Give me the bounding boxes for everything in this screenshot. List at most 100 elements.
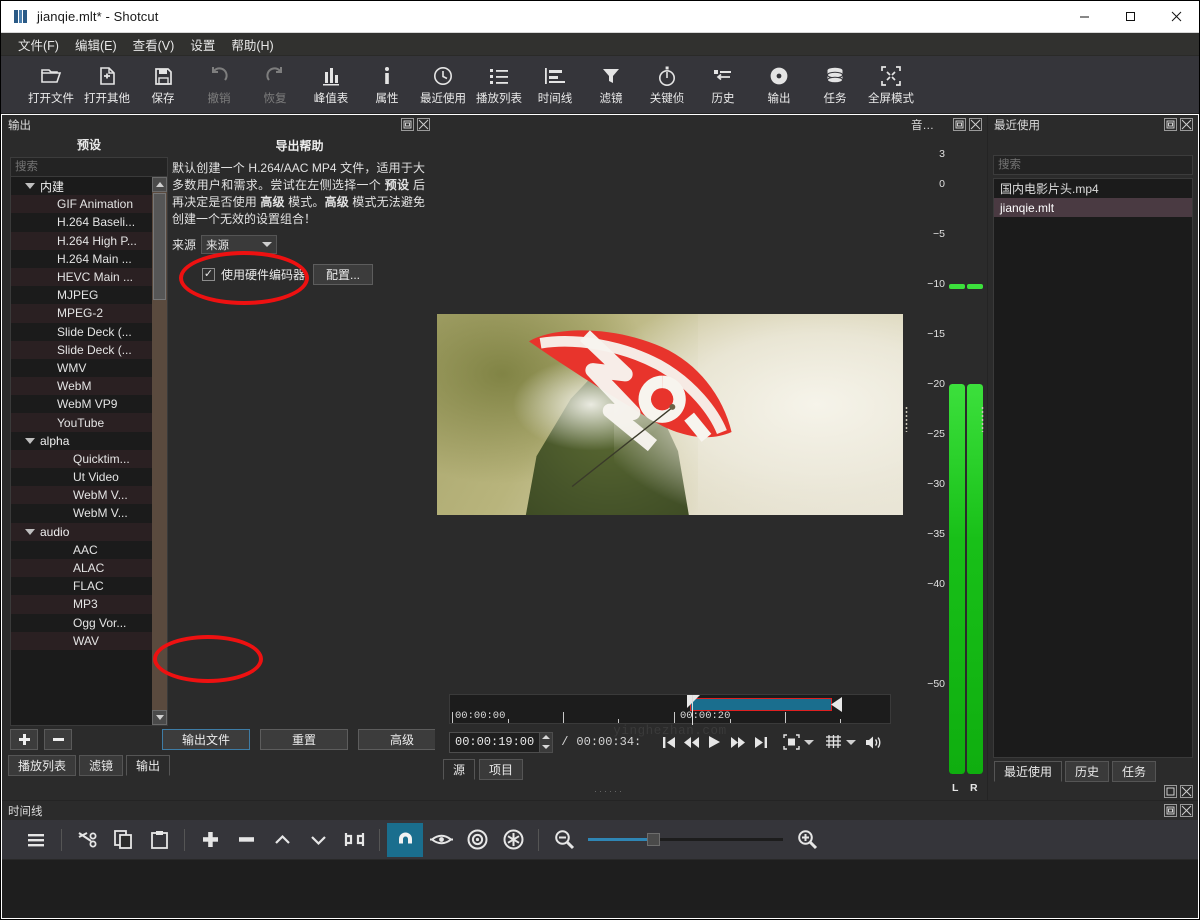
toolbar-export[interactable]: 输出 xyxy=(751,61,807,106)
ripple-all-tracks-button[interactable] xyxy=(495,823,531,857)
preset-row[interactable]: MPEG-2 xyxy=(11,304,152,322)
toolbar-open-file[interactable]: 打开文件 xyxy=(23,61,79,106)
timeline-float-icon[interactable] xyxy=(1164,804,1177,817)
preset-row[interactable]: Quicktim... xyxy=(11,450,152,468)
current-position-field[interactable]: 00:00:19:00 xyxy=(449,732,540,753)
tab-recent[interactable]: 最近使用 xyxy=(994,761,1062,782)
skip-to-end-button[interactable] xyxy=(749,730,772,754)
tab-jobs[interactable]: 任务 xyxy=(1112,761,1156,782)
zoom-out-button[interactable] xyxy=(546,823,582,857)
preset-row[interactable]: Slide Deck (... xyxy=(11,341,152,359)
ripple-button[interactable] xyxy=(459,823,495,857)
preset-search-input[interactable] xyxy=(10,157,168,177)
meter-close-icon[interactable] xyxy=(969,118,982,131)
menu-settings[interactable]: 设置 xyxy=(183,33,222,56)
preset-row[interactable]: Slide Deck (... xyxy=(11,323,152,341)
menu-edit[interactable]: 编辑(E) xyxy=(68,33,124,56)
chevron-down-icon[interactable] xyxy=(25,438,35,444)
remove-preset-button[interactable] xyxy=(44,729,72,750)
scrub-icon-button[interactable] xyxy=(423,823,459,857)
maximize-button[interactable] xyxy=(1107,1,1153,33)
preset-row[interactable]: Ogg Vor... xyxy=(11,614,152,632)
preset-row[interactable]: H.264 High P... xyxy=(11,232,152,250)
chevron-down-icon[interactable] xyxy=(25,529,35,535)
preset-row[interactable]: GIF Animation xyxy=(11,195,152,213)
preset-scrollbar[interactable] xyxy=(152,177,167,725)
toolbar-timeline[interactable]: 时间线 xyxy=(527,61,583,106)
advanced-button[interactable]: 高级 xyxy=(358,729,446,750)
recent-float-icon[interactable] xyxy=(1164,118,1177,131)
tab-project[interactable]: 项目 xyxy=(479,759,523,780)
toolbar-filters[interactable]: 滤镜 xyxy=(583,61,639,106)
horizontal-splitter-grip[interactable]: ······ xyxy=(594,786,624,796)
preset-row[interactable]: MP3 xyxy=(11,595,152,613)
chevron-down-icon[interactable] xyxy=(25,183,35,189)
preset-row[interactable]: AAC xyxy=(11,541,152,559)
grid-menu-chevron-icon[interactable] xyxy=(846,740,856,745)
toolbar-playlist[interactable]: 播放列表 xyxy=(471,61,527,106)
timeline-menu-button[interactable] xyxy=(18,823,54,857)
toolbar-properties[interactable]: 属性 xyxy=(359,61,415,106)
recent-search-input[interactable] xyxy=(993,155,1193,175)
recent-file-list[interactable]: 国内电影片头.mp4jianqie.mlt xyxy=(993,178,1193,758)
timeline-close-icon[interactable] xyxy=(1180,804,1193,817)
video-preview[interactable] xyxy=(437,135,903,694)
tab-source[interactable]: 源 xyxy=(443,759,475,780)
recent-list-item[interactable]: 国内电影片头.mp4 xyxy=(994,179,1192,198)
tab-history[interactable]: 历史 xyxy=(1065,761,1109,782)
preset-group-row[interactable]: alpha xyxy=(11,432,152,450)
timeline-tracks-area[interactable] xyxy=(2,860,1198,918)
toolbar-peak-meter[interactable]: 峰值表 xyxy=(303,61,359,106)
scroll-up-icon[interactable] xyxy=(152,177,167,192)
recent-list-item[interactable]: jianqie.mlt xyxy=(994,198,1192,217)
tab-playlist[interactable]: 播放列表 xyxy=(8,755,76,776)
ripple-delete-button[interactable] xyxy=(228,823,264,857)
toolbar-fullscreen[interactable]: 全屏模式 xyxy=(863,61,919,106)
preset-row[interactable]: WebM V... xyxy=(11,486,152,504)
recent-close-icon[interactable] xyxy=(1180,118,1193,131)
scroll-down-icon[interactable] xyxy=(152,710,167,725)
preset-row[interactable]: ALAC xyxy=(11,559,152,577)
preset-row[interactable]: H.264 Baseli... xyxy=(11,213,152,231)
append-button[interactable] xyxy=(192,823,228,857)
export-file-button[interactable]: 输出文件 xyxy=(162,729,250,750)
player-scrub-ruler[interactable]: 00:00:00 00:00:20 xyxy=(449,694,891,724)
preset-row[interactable]: MJPEG xyxy=(11,286,152,304)
zoom-slider-knob[interactable] xyxy=(647,833,660,846)
hardware-encoder-checkbox[interactable]: ✓ 使用硬件编码器 xyxy=(202,266,305,283)
toolbar-keyframes[interactable]: 关键侦 xyxy=(639,61,695,106)
meter-float-icon[interactable] xyxy=(953,118,966,131)
scrollbar-thumb[interactable] xyxy=(153,193,166,300)
toolbar-history[interactable]: 历史 xyxy=(695,61,751,106)
preset-row[interactable]: WMV xyxy=(11,359,152,377)
preset-group-row[interactable]: audio xyxy=(11,523,152,541)
timeline-zoom-slider[interactable] xyxy=(588,831,783,849)
tab-filters[interactable]: 滤镜 xyxy=(79,755,123,776)
overwrite-button[interactable] xyxy=(300,823,336,857)
source-select[interactable]: 来源 xyxy=(201,235,277,254)
preset-row[interactable]: HEVC Main ... xyxy=(11,268,152,286)
recent-bottom-float-icon[interactable] xyxy=(1164,785,1177,798)
preset-row[interactable]: WAV xyxy=(11,632,152,650)
preset-row[interactable]: Ut Video xyxy=(11,468,152,486)
minimize-button[interactable] xyxy=(1061,1,1107,33)
selection-range-bar[interactable] xyxy=(690,698,832,711)
add-preset-button[interactable] xyxy=(10,729,38,750)
preset-group-row[interactable]: 内建 xyxy=(11,177,152,195)
toolbar-undo[interactable]: 撤销 xyxy=(191,61,247,106)
splitter-grip-right[interactable] xyxy=(981,406,984,432)
cut-button[interactable] xyxy=(69,823,105,857)
close-button[interactable] xyxy=(1153,1,1199,33)
paste-button[interactable] xyxy=(141,823,177,857)
snap-button[interactable] xyxy=(387,823,423,857)
preset-row[interactable]: WebM VP9 xyxy=(11,395,152,413)
configure-button[interactable]: 配置... xyxy=(313,264,373,285)
toolbar-open-other[interactable]: 打开其他 xyxy=(79,61,135,106)
position-stepper[interactable] xyxy=(540,732,553,753)
menu-help[interactable]: 帮助(H) xyxy=(224,33,280,56)
preset-row[interactable]: WebM xyxy=(11,377,152,395)
reset-button[interactable]: 重置 xyxy=(260,729,348,750)
copy-button[interactable] xyxy=(105,823,141,857)
playhead[interactable] xyxy=(692,695,693,725)
volume-button[interactable] xyxy=(862,730,885,754)
